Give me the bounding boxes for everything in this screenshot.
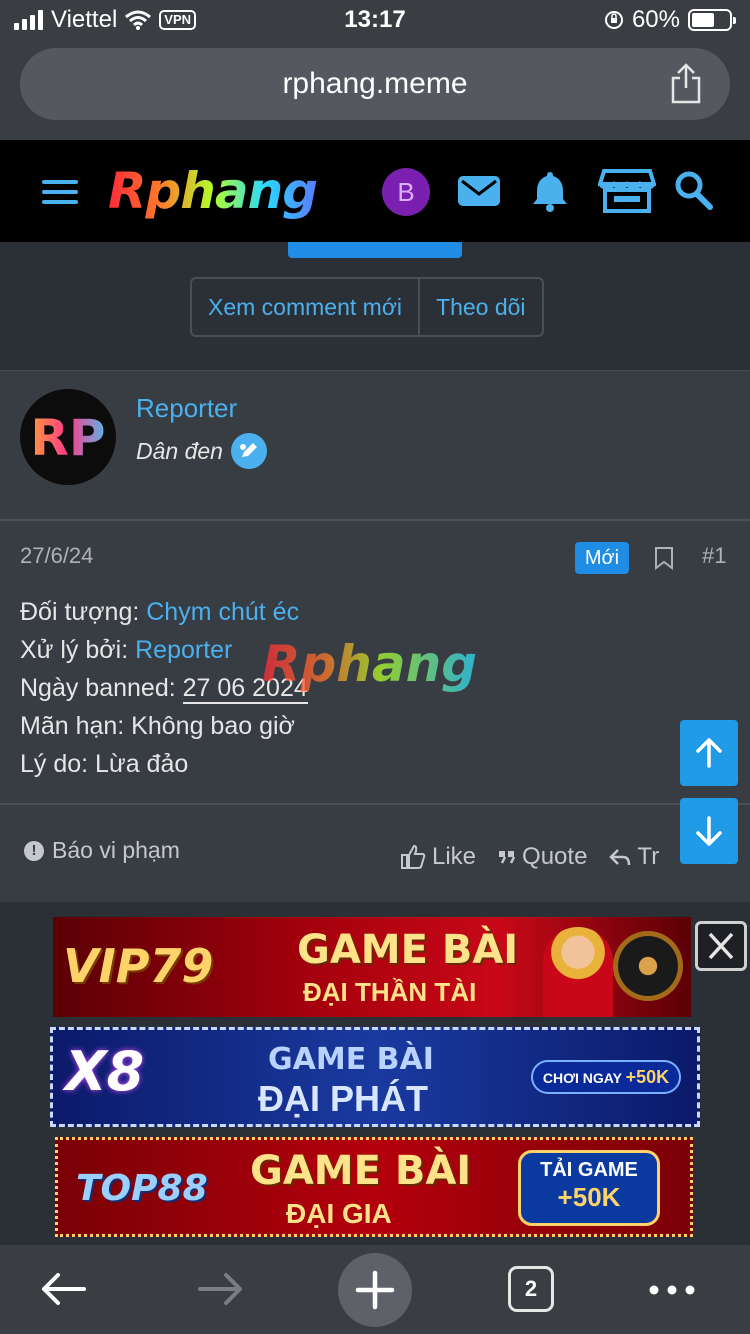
mail-icon[interactable]	[456, 168, 502, 214]
plus-icon	[355, 1270, 395, 1310]
thread-action-group: Xem comment mới Theo dõi	[190, 277, 544, 337]
url-text[interactable]: rphang.meme	[20, 48, 730, 120]
close-icon	[708, 932, 734, 960]
author-title: Dân đen	[136, 433, 267, 469]
share-icon[interactable]	[670, 62, 702, 104]
arrow-down-icon	[696, 816, 722, 846]
ad-headline: GAME BÀI	[250, 1148, 472, 1194]
ad-brand: VIP79	[63, 939, 214, 993]
ad-subline: ĐẠI THẦN TÀI	[303, 977, 477, 1007]
tab-count-button[interactable]: 2	[508, 1266, 554, 1312]
handled-label: Xử lý bởi:	[20, 636, 129, 664]
like-button[interactable]: Like	[400, 843, 476, 871]
ad-banner-vip79[interactable]: VIP79 GAME BÀI ĐẠI THẦN TÀI	[53, 917, 691, 1017]
watermark-logo: Rphang	[262, 635, 478, 693]
scroll-top-button[interactable]	[680, 720, 738, 786]
ad-subline: ĐẠI PHÁT	[258, 1078, 428, 1119]
browser-toolbar: 2	[0, 1245, 750, 1334]
author-avatar[interactable]: RP	[20, 389, 116, 485]
more-icon[interactable]	[648, 1275, 696, 1305]
reason-line: Lý do: Lừa đảo	[20, 750, 189, 778]
ad-cta-button[interactable]: CHƠI NGAY +50K	[531, 1060, 681, 1094]
quote-label: Quote	[522, 843, 588, 870]
scroll-bottom-button[interactable]	[680, 798, 738, 864]
ad-banner-x8[interactable]: X8 GAME BÀI ĐẠI PHÁT CHƠI NGAY +50K	[50, 1027, 700, 1127]
orientation-lock-icon	[604, 11, 623, 29]
quote-icon	[499, 851, 516, 864]
author-avatar-text: RP	[20, 409, 116, 467]
menu-icon[interactable]	[42, 180, 78, 204]
battery-percent: 60%	[631, 6, 680, 33]
ad-cta-line2: +50K	[557, 1182, 621, 1212]
quote-button[interactable]: Quote	[498, 843, 587, 871]
post-actions: Like Quote Tr	[400, 843, 659, 871]
browser-url-area: rphang.meme	[0, 40, 750, 140]
new-comments-button[interactable]: Xem comment mới	[192, 279, 418, 335]
ad-headline: GAME BÀI	[268, 1042, 434, 1077]
ad-cta-amount: +50K	[625, 1067, 670, 1087]
back-icon[interactable]	[38, 1259, 88, 1319]
new-tab-button[interactable]	[338, 1253, 412, 1327]
user-avatar[interactable]: B	[382, 168, 430, 216]
author-name[interactable]: Reporter	[136, 393, 237, 424]
expiry-line: Mãn hạn: Không bao giờ	[20, 712, 295, 740]
ad-cta-text: CHƠI NGAY	[542, 1070, 622, 1086]
new-badge: Mới	[575, 542, 629, 574]
follow-button[interactable]: Theo dõi	[418, 279, 542, 335]
forward-icon[interactable]	[196, 1259, 246, 1319]
like-label: Like	[432, 843, 477, 870]
post-author: RP Reporter Dân đen	[0, 371, 750, 521]
target-line: Đối tượng: Chym chút éc	[20, 593, 308, 631]
reply-button[interactable]: Tr	[609, 843, 659, 871]
ad-model-image	[543, 927, 613, 1017]
ad-brand: TOP88	[76, 1168, 208, 1209]
ad-banner-top88[interactable]: TOP88 GAME BÀI ĐẠI GIA TẢI GAME +50K	[55, 1137, 693, 1237]
ad-area: VIP79 GAME BÀI ĐẠI THẦN TÀI X8 GAME BÀI …	[0, 903, 750, 1245]
ad-subline: ĐẠI GIA	[286, 1198, 392, 1229]
search-icon[interactable]	[672, 168, 714, 214]
close-ad-button[interactable]	[695, 921, 747, 971]
report-button[interactable]: ! Báo vi phạm	[24, 837, 180, 864]
reply-label: Tr	[637, 843, 660, 870]
warning-icon: !	[24, 840, 44, 861]
address-bar[interactable]: rphang.meme	[20, 48, 730, 120]
banned-label: Ngày banned:	[20, 674, 176, 702]
post-date[interactable]: 27/6/24	[20, 543, 93, 569]
ad-download-button[interactable]: TẢI GAME +50K	[518, 1150, 660, 1226]
post-footer: ! Báo vi phạm Like Quote Tr	[0, 803, 750, 903]
handler-link[interactable]: Reporter	[135, 636, 232, 664]
author-title-text: Dân đen	[136, 437, 223, 464]
post: RP Reporter Dân đen 27/6/24 Mới #1 Đối t…	[0, 370, 750, 902]
store-icon[interactable]	[598, 168, 656, 214]
site-logo[interactable]: Rphang	[108, 162, 318, 220]
post-number[interactable]: #1	[702, 543, 726, 569]
reply-button-partial[interactable]	[288, 242, 462, 258]
ad-brand: X8	[65, 1040, 145, 1103]
bookmark-icon[interactable]	[654, 546, 674, 570]
battery-icon	[688, 9, 736, 31]
thumbs-up-icon	[401, 844, 426, 869]
target-link[interactable]: Chym chút éc	[146, 598, 299, 626]
ad-headline: GAME BÀI	[297, 927, 519, 973]
site-header: Rphang B	[0, 140, 750, 242]
target-label: Đối tượng:	[20, 598, 140, 626]
bell-icon[interactable]	[527, 168, 573, 214]
report-label: Báo vi phạm	[52, 837, 180, 863]
verified-icon	[230, 433, 267, 469]
status-bar: Viettel VPN 13:17 60%	[0, 0, 750, 40]
ad-cta-line1: TẢI GAME	[540, 1159, 638, 1181]
reply-icon	[609, 849, 631, 866]
arrow-up-icon	[696, 738, 722, 768]
roulette-image	[613, 931, 683, 1001]
